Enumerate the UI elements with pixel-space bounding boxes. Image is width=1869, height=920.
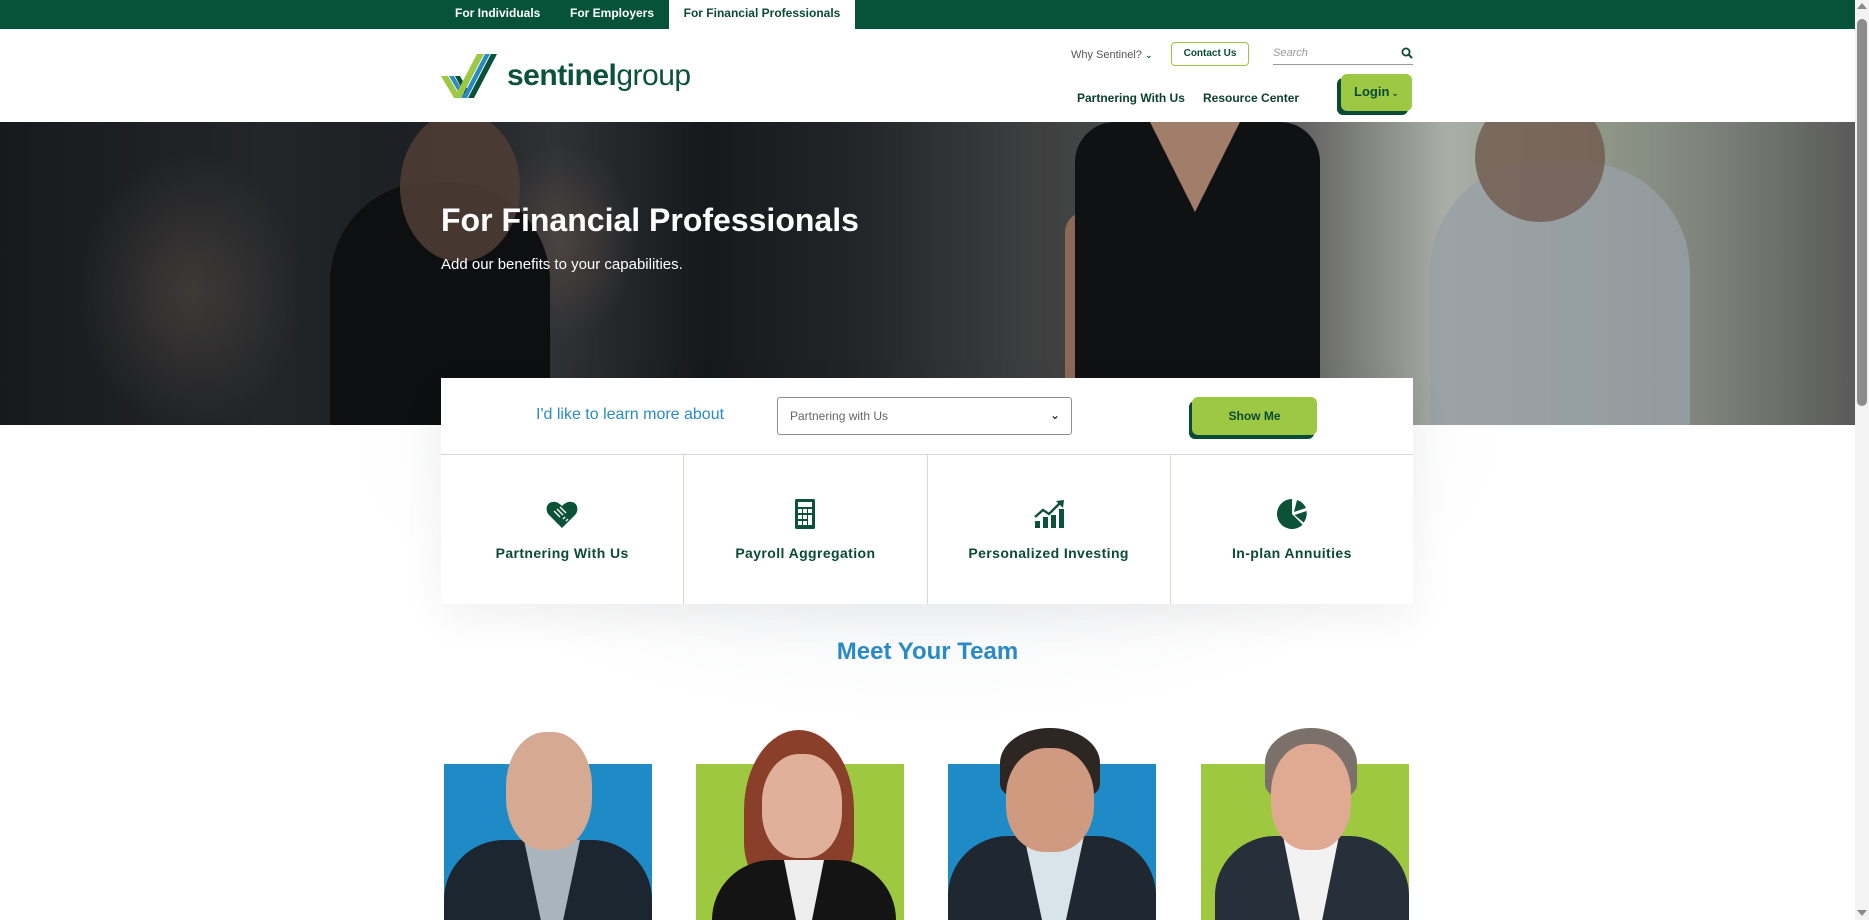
card-in-plan-annuities[interactable]: In-plan Annuities [1171,455,1413,604]
chevron-down-icon: ⌄ [1144,50,1153,60]
feature-cards: Partnering With Us Payroll Aggregation P… [441,455,1413,604]
nav-resource-center[interactable]: Resource Center [1203,91,1299,105]
search-icon[interactable] [1401,47,1413,59]
contact-us-button[interactable]: Contact Us [1171,42,1249,66]
card-label: Payroll Aggregation [735,545,876,561]
login-label: Login [1354,84,1390,99]
login-button[interactable]: Login ⌄ [1341,74,1412,111]
search-input[interactable] [1273,43,1391,63]
card-personalized-investing[interactable]: Personalized Investing [928,455,1171,604]
learn-more-panel: I'd like to learn more about Partnering … [441,378,1413,604]
logo-link[interactable]: sentinelgroup [441,52,691,100]
topic-select-value: Partnering with Us [790,409,889,423]
tab-for-financial-professionals[interactable]: For Financial Professionals [669,0,855,29]
nav-partnering-with-us[interactable]: Partnering With Us [1077,91,1185,105]
calculator-icon [795,499,816,529]
photo-head [506,732,592,850]
logo-wordmark: sentinelgroup [507,61,691,91]
card-label: Partnering With Us [495,545,629,561]
logo-text-bold: sentinel [507,59,617,92]
photo-head [762,754,842,858]
scroll-up-arrow-icon[interactable] [1857,3,1867,9]
why-sentinel-label: Why Sentinel? [1071,49,1142,61]
scrollbar-thumb[interactable] [1857,19,1867,406]
show-me-button[interactable]: Show Me [1192,397,1317,435]
learn-more-row: I'd like to learn more about Partnering … [441,378,1413,455]
team-member-photo[interactable] [1201,728,1409,920]
card-label: In-plan Annuities [1231,545,1352,561]
why-sentinel-dropdown[interactable]: Why Sentinel? ⌄ [1071,49,1152,61]
page-scrollbar[interactable] [1855,0,1869,920]
tab-for-individuals[interactable]: For Individuals [441,0,554,29]
team-member-photo[interactable] [948,728,1156,920]
topic-select[interactable]: Partnering with Us ⌄ [777,397,1072,435]
checkmark-stripes-logo-icon [441,54,497,98]
photo-head [1271,744,1351,850]
card-payroll-aggregation[interactable]: Payroll Aggregation [684,455,928,604]
team-heading: Meet Your Team [836,638,1019,665]
scroll-down-arrow-icon[interactable] [1857,910,1867,916]
chevron-down-icon: ⌄ [1049,408,1060,422]
tab-for-employers[interactable]: For Employers [556,0,668,29]
search-box [1273,43,1413,65]
chevron-down-icon: ⌄ [1391,88,1399,98]
site-header: sentinelgroup Why Sentinel? ⌄ Contact Us … [0,29,1855,122]
audience-bar: For Individuals For Employers For Financ… [0,0,1855,29]
pie-chart-icon [1276,499,1307,529]
card-partnering-with-us[interactable]: Partnering With Us [441,455,685,604]
team-member-photo[interactable] [444,728,652,920]
hero-subtitle: Add our benefits to your capabilities. [441,256,683,273]
team-member-photo[interactable] [696,728,904,920]
logo-text-light: group [616,59,691,92]
hero-title: For Financial Professionals [441,202,859,238]
growth-chart-icon [1033,500,1064,528]
card-label: Personalized Investing [968,545,1129,561]
learn-more-label: I'd like to learn more about [536,406,725,423]
photo-head [1006,748,1094,852]
handshake-heart-icon [546,501,578,528]
